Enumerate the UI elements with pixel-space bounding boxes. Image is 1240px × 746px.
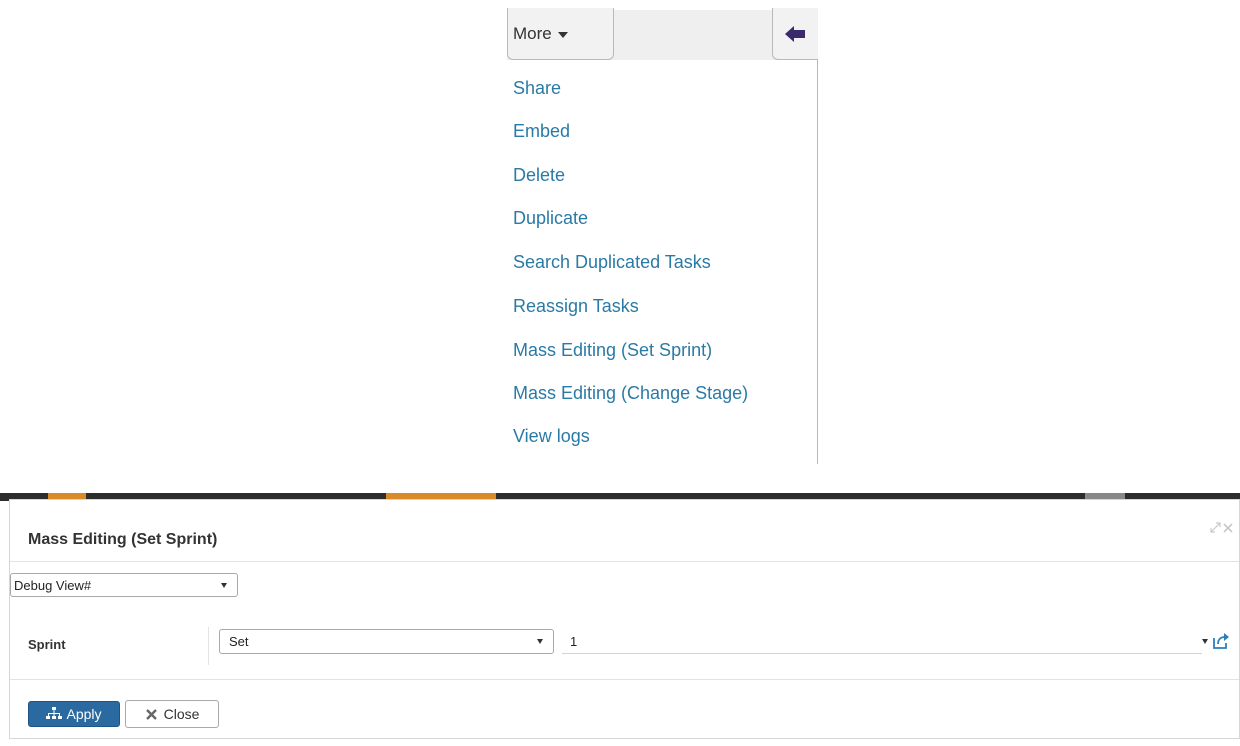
sprint-value-select[interactable]: 1 [562,629,1202,654]
operation-select-value: Set [229,634,249,649]
close-x-icon [145,708,157,720]
close-button-label: Close [163,706,200,722]
caret-down-icon[interactable] [1202,639,1208,644]
header-divider [10,561,1239,562]
caret-down-icon [557,31,568,38]
menu-item-search-duplicated-tasks[interactable]: Search Duplicated Tasks [513,251,711,273]
arrow-left-icon [784,25,805,42]
sprint-value: 1 [570,633,578,649]
operation-select[interactable]: Set [219,629,554,654]
more-dropdown-menu: Share Embed Delete Duplicate Search Dupl… [507,60,818,464]
menu-item-reassign-tasks[interactable]: Reassign Tasks [513,295,639,317]
open-external-icon[interactable] [1212,633,1230,649]
more-button-label: More [513,23,552,43]
menu-item-embed[interactable]: Embed [513,120,570,142]
view-select[interactable]: Debug View# [10,573,238,597]
apply-button-label: Apply [66,706,102,722]
apply-button[interactable]: Apply [28,701,120,727]
back-button[interactable] [772,8,818,60]
sitemap-icon [46,707,63,719]
caret-down-icon [221,583,227,588]
more-menu-button[interactable]: More [507,8,614,60]
menu-item-delete[interactable]: Delete [513,164,565,186]
caret-down-icon [537,639,543,644]
field-divider [208,627,209,665]
close-button[interactable]: Close [125,700,219,728]
view-select-value: Debug View# [14,577,92,593]
menu-item-mass-editing-change-stage[interactable]: Mass Editing (Change Stage) [513,382,748,404]
expand-icon[interactable] [1210,522,1221,533]
mass-editing-dialog: Mass Editing (Set Sprint) Debug View# Sp… [9,499,1240,739]
footer-divider [10,679,1239,680]
dialog-title: Mass Editing (Set Sprint) [28,531,218,548]
dialog-window-controls [1210,522,1233,533]
menu-item-mass-editing-set-sprint[interactable]: Mass Editing (Set Sprint) [513,339,712,361]
menu-item-view-logs[interactable]: View logs [513,425,590,447]
menu-item-duplicate[interactable]: Duplicate [513,207,588,229]
close-icon[interactable] [1223,522,1233,533]
menu-item-share[interactable]: Share [513,77,561,99]
sprint-field-label: Sprint [28,637,66,652]
